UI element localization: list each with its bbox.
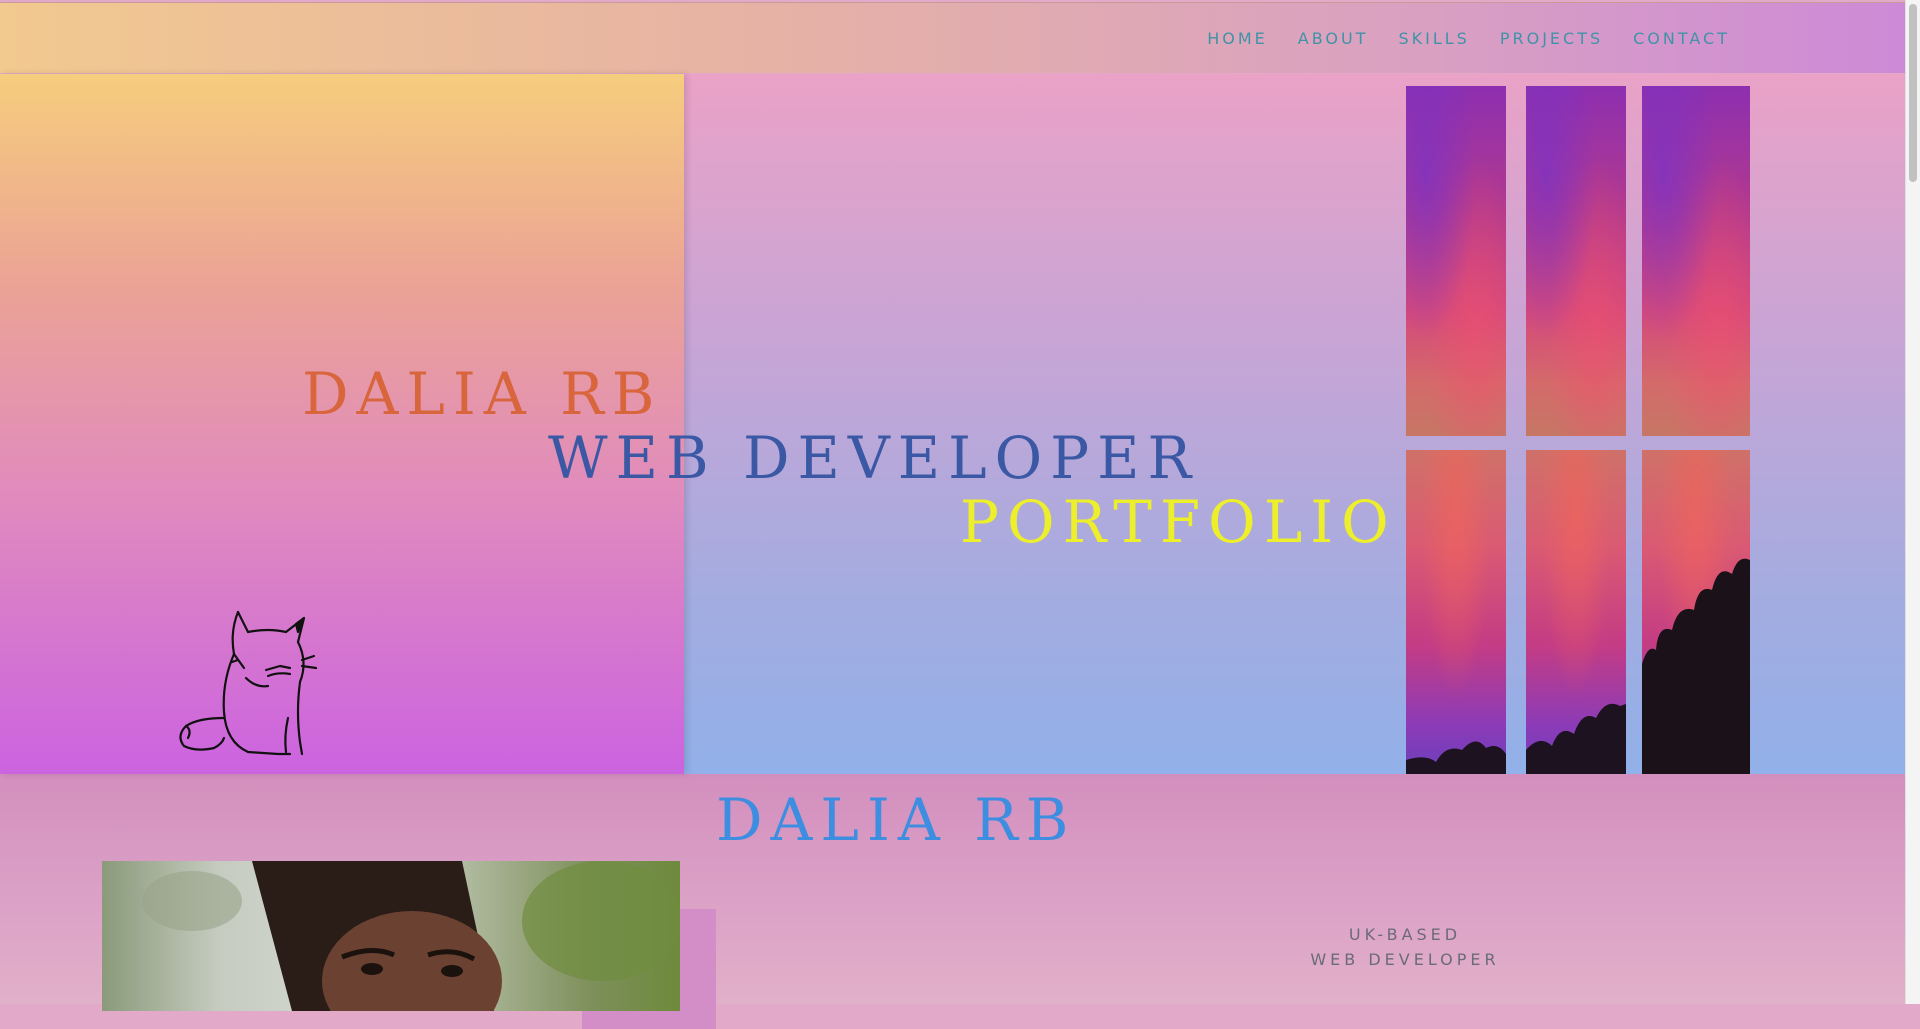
hero-name: DALIA RB xyxy=(302,360,663,428)
tagline-line-2: WEB DEVELOPER xyxy=(1310,950,1500,969)
hero-section: DALIA RB WEB DEVELOPER PORTFOLIO xyxy=(0,74,1906,774)
main-nav: HOME ABOUT SKILLS PROJECTS CONTACT xyxy=(1207,29,1730,48)
window-pane xyxy=(1526,450,1626,774)
window-pane xyxy=(1406,86,1506,436)
hero-role: WEB DEVELOPER xyxy=(548,424,1200,492)
tagline-line-1: UK-BASED xyxy=(1348,925,1462,944)
scrollbar-thumb[interactable] xyxy=(1909,4,1917,182)
hero-subtitle: PORTFOLIO xyxy=(960,488,1397,556)
nav-projects[interactable]: PROJECTS xyxy=(1500,29,1603,48)
sunset-window-image xyxy=(1406,86,1750,774)
about-section: DALIA RB UK-BASED WEB DEVELOPER xyxy=(0,774,1906,1029)
window-pane xyxy=(1406,450,1506,774)
profile-photo xyxy=(102,861,680,1011)
nav-skills[interactable]: SKILLS xyxy=(1398,29,1469,48)
nav-home[interactable]: HOME xyxy=(1207,29,1268,48)
top-nav-bar: HOME ABOUT SKILLS PROJECTS CONTACT xyxy=(0,2,1906,73)
window-pane xyxy=(1642,450,1750,774)
about-title: DALIA RB xyxy=(716,786,1077,854)
vertical-scrollbar[interactable] xyxy=(1905,0,1920,1004)
window-pane xyxy=(1642,86,1750,436)
nav-about[interactable]: ABOUT xyxy=(1298,29,1369,48)
cat-sketch-illustration xyxy=(179,610,318,756)
about-tagline: UK-BASED WEB DEVELOPER xyxy=(1290,922,1520,972)
nav-contact[interactable]: CONTACT xyxy=(1633,29,1730,48)
window-pane xyxy=(1526,86,1626,436)
